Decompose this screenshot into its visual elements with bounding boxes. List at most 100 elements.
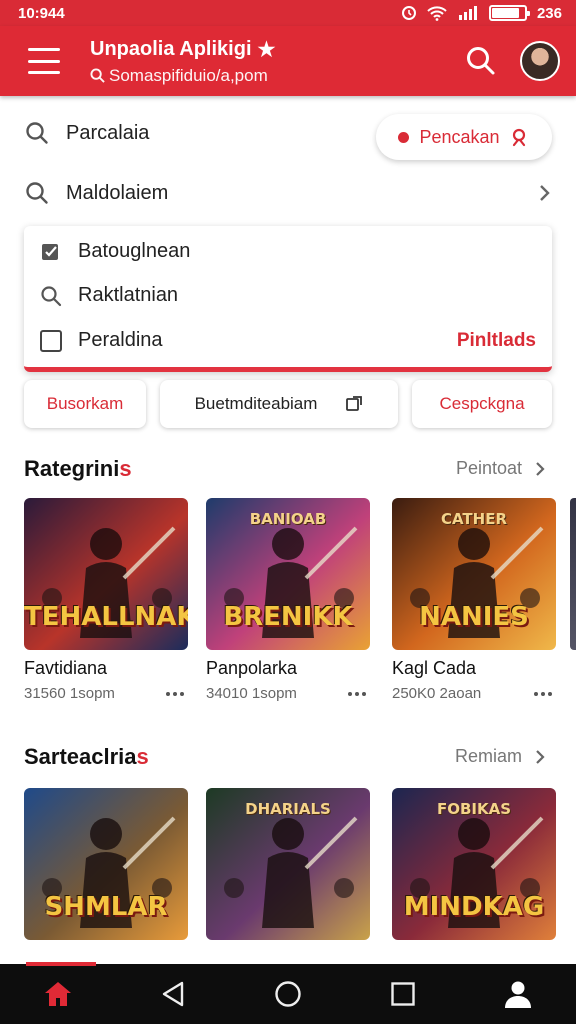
chip-label: Busorkam — [46, 394, 124, 413]
game-logo-top: CATHER — [440, 510, 508, 528]
section-title: Sarteaclrias — [24, 744, 149, 770]
game-logo: BRENIKK — [223, 602, 353, 632]
game-card[interactable]: FOBIKAS MINDKAG — [392, 788, 556, 940]
app-title: Unpaolia Aplikigi — [90, 37, 252, 60]
app-subtitle-row: Somaspifiduio/a,pom — [90, 66, 464, 86]
status-time: 10:944 — [18, 4, 65, 22]
game-card[interactable]: DHARIALS — [206, 788, 370, 940]
filter-chip[interactable]: Busorkam — [24, 380, 146, 428]
game-meta: 34010 1sopm — [206, 685, 370, 702]
section-title-text: Sarteaclria — [24, 744, 137, 769]
section-title-accent: s — [136, 744, 149, 769]
game-card[interactable]: CATHER NANIES Kagl Cada 250K0 2aoan — [392, 498, 556, 702]
game-meta: 250K0 2aoan — [392, 685, 556, 702]
search-row-2[interactable]: Maldolaiem — [24, 180, 552, 206]
section-link-label: Remiam — [454, 746, 522, 766]
section-title-text: Rategrini — [24, 456, 120, 481]
more-icon[interactable] — [166, 691, 184, 696]
status-bar: 10:944 236 — [0, 0, 576, 26]
game-thumbnail: SHMLAR — [24, 788, 188, 940]
filter-chip[interactable]: Buetmditeabiam — [160, 380, 398, 428]
search-row-1[interactable]: Parcalaia — [24, 120, 149, 146]
game-meta-text: 250K0 2aoan — [392, 685, 482, 702]
active-tab-indicator — [26, 962, 96, 966]
game-thumbnail: DHARIALS — [206, 788, 370, 940]
dropdown-item[interactable]: Batouglnean — [40, 240, 190, 263]
menu-icon[interactable] — [28, 48, 60, 74]
star-icon: ★ — [257, 38, 276, 61]
search-row-label: Maldolaiem — [66, 181, 169, 204]
game-logo-top: DHARIALS — [245, 800, 331, 818]
chevron-right-icon — [536, 461, 545, 476]
battery-icon — [488, 5, 530, 21]
app-bar-titles: Unpaolia Aplikigi ★ Somaspifiduio/a,pom — [90, 37, 464, 86]
circle-home-icon[interactable] — [270, 976, 306, 1012]
game-card[interactable]: TEHALLNAK Favtidiana 31560 1sopm — [24, 498, 188, 702]
game-thumbnail: CATHER NANIES — [392, 498, 556, 650]
checkbox-icon[interactable] — [40, 329, 62, 352]
game-meta: 31560 1sopm — [24, 685, 188, 702]
chip-label: Buetmditeabiam — [194, 394, 318, 413]
app-title-row: Unpaolia Aplikigi ★ — [90, 37, 464, 62]
battery-text: 236 — [536, 4, 562, 22]
chevron-right-icon — [540, 185, 550, 201]
search-icon — [41, 285, 62, 306]
filter-chip[interactable]: Cespckgna — [412, 380, 552, 428]
section-see-all-link[interactable]: Peintoat — [456, 458, 546, 479]
search-icon — [26, 122, 48, 144]
game-meta-text: 34010 1sopm — [206, 685, 297, 702]
pill-label: Pencakan — [419, 126, 500, 147]
home-icon[interactable] — [40, 976, 76, 1012]
search-icon — [90, 68, 105, 83]
bottom-nav-bar — [0, 962, 576, 1024]
game-meta-text: 31560 1sopm — [24, 685, 115, 702]
game-logo: NANIES — [419, 602, 529, 632]
dropdown-item[interactable]: Raktlatnian — [40, 284, 178, 307]
game-logo-top: FOBIKAS — [436, 800, 512, 818]
game-name: Panpolarka — [206, 658, 298, 678]
dropdown-item-label: Peraldina — [78, 329, 163, 351]
game-thumbnail: FOBIKAS MINDKAG — [392, 788, 556, 940]
dropdown-item-label: Batouglnean — [78, 240, 191, 262]
game-name: Favtidiana — [24, 658, 108, 678]
search-row-label: Parcalaia — [66, 121, 150, 144]
status-icons: 236 — [401, 5, 562, 22]
game-card[interactable]: SHMLAR — [24, 788, 188, 940]
game-thumbnail: BANIOAB BRENIKK — [206, 498, 370, 650]
more-icon[interactable] — [534, 691, 552, 696]
back-icon[interactable] — [155, 976, 191, 1012]
next-card-peek[interactable] — [570, 498, 576, 650]
wifi-icon — [427, 6, 447, 21]
pill-button[interactable]: Pencakan — [376, 114, 552, 160]
chevron-right-icon — [536, 749, 545, 764]
open-external-icon — [346, 396, 363, 411]
game-logo: SHMLAR — [44, 892, 168, 922]
alarm-icon — [401, 6, 416, 20]
search-icon[interactable] — [464, 44, 498, 78]
game-logo-top: BANIOAB — [249, 510, 327, 528]
search-icon — [26, 182, 48, 204]
dropdown-action-link[interactable]: Pinltlads — [457, 330, 536, 352]
chip-label: Cespckgna — [439, 394, 525, 413]
signal-icon — [458, 6, 477, 20]
section-title-accent: s — [119, 456, 132, 481]
dropdown-menu: Batouglnean Raktlatnian Peraldina Pinltl… — [24, 226, 552, 372]
avatar[interactable] — [520, 41, 560, 81]
square-recents-icon[interactable] — [385, 976, 421, 1012]
record-dot-icon — [398, 131, 410, 143]
profile-icon[interactable] — [500, 976, 536, 1012]
more-icon[interactable] — [348, 691, 366, 696]
search-user-icon — [512, 128, 525, 147]
game-logo: MINDKAG — [403, 892, 545, 922]
edit-checkbox-icon — [42, 243, 58, 260]
game-logo: TEHALLNAK — [24, 602, 188, 632]
dropdown-item-label: Raktlatnian — [78, 284, 179, 306]
section-see-all-link[interactable]: Remiam — [455, 746, 546, 767]
app-bar: Unpaolia Aplikigi ★ Somaspifiduio/a,pom — [0, 26, 576, 96]
game-name: Kagl Cada — [392, 658, 477, 678]
section-link-label: Peintoat — [455, 458, 522, 478]
dropdown-item[interactable]: Peraldina — [40, 329, 163, 352]
game-thumbnail: TEHALLNAK — [24, 498, 188, 650]
section-title: Rategrinis — [24, 456, 132, 482]
game-card[interactable]: BANIOAB BRENIKK Panpolarka 34010 1sopm — [206, 498, 370, 702]
